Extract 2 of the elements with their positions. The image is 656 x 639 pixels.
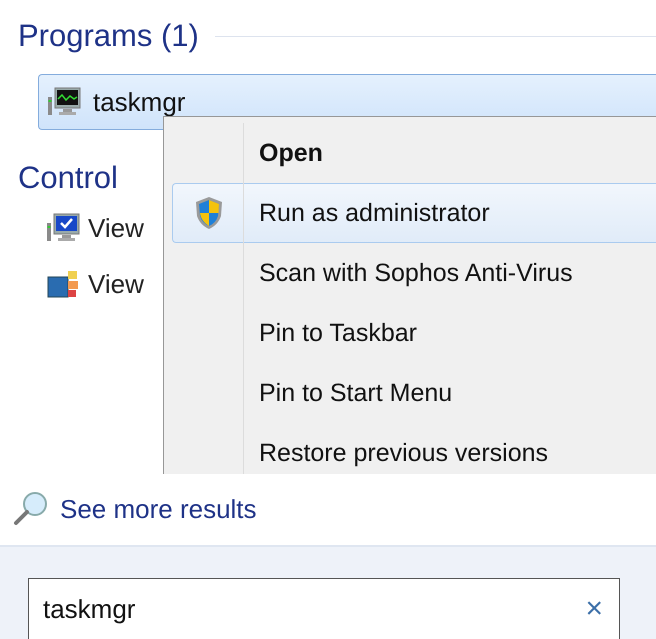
section-header: Programs (1) [18,18,199,54]
section-header: Control [18,160,118,196]
